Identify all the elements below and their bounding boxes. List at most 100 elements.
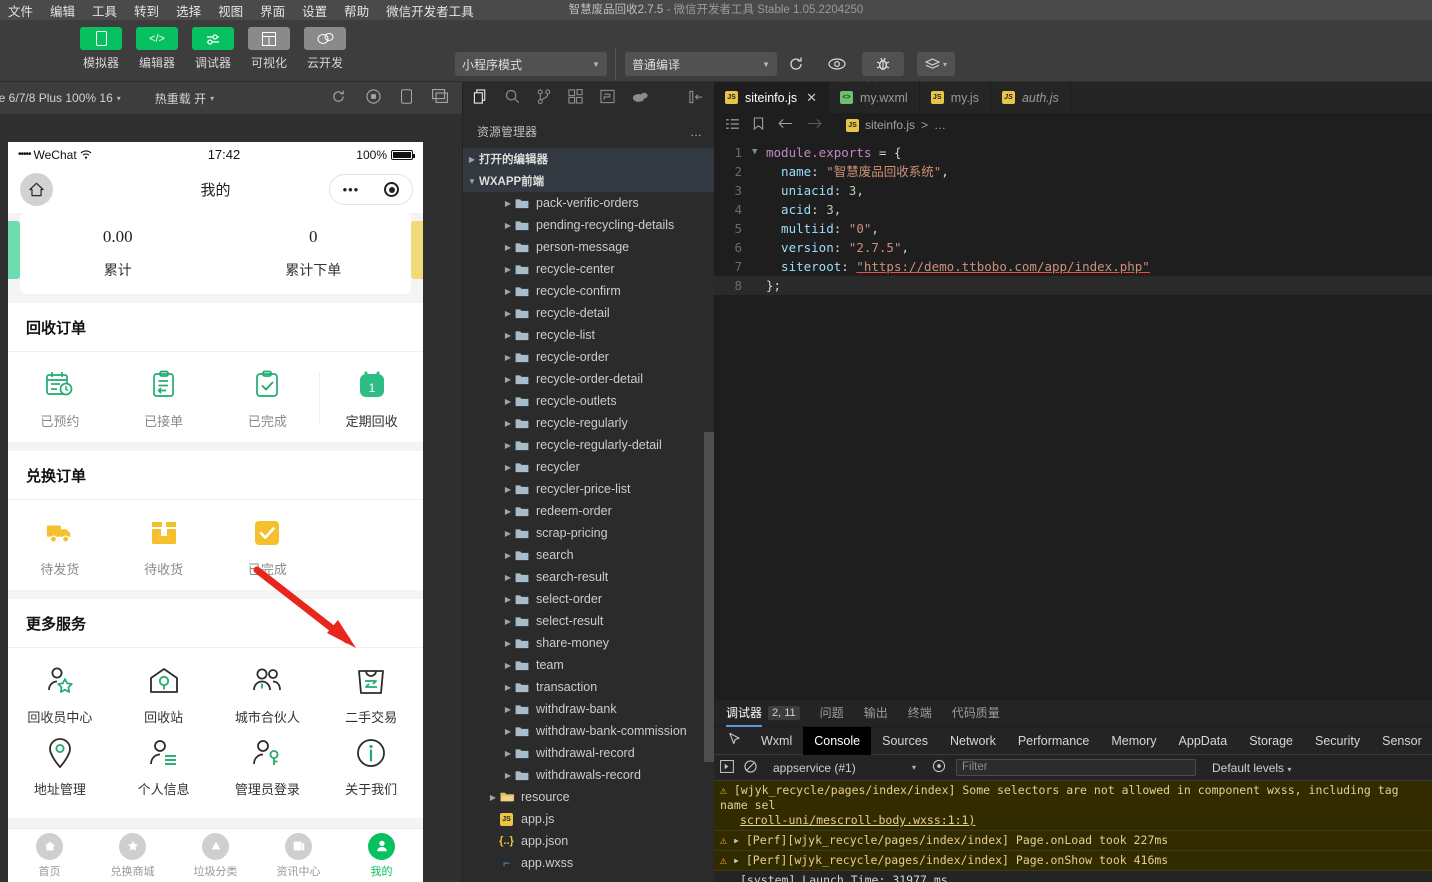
explorer-tree[interactable]: ▶pack-verific-orders▶pending-recycling-d… (463, 192, 714, 882)
editor-tab-my-wxml[interactable]: <> my.wxml (829, 82, 920, 113)
back-icon[interactable] (778, 118, 793, 132)
tree-folder-row[interactable]: ▶search-result (463, 566, 714, 588)
cdt-tab-security[interactable]: Security (1304, 727, 1371, 755)
cell-accepted[interactable]: 已接单 (112, 366, 216, 430)
menu-item-select[interactable]: 选择 (174, 0, 203, 22)
toolbar-debugger-button[interactable]: 调试器 (192, 27, 234, 71)
cell-exchange-completed[interactable]: 已完成 (216, 514, 320, 578)
tree-folder-row[interactable]: ▶recycler (463, 456, 714, 478)
tree-folder-row[interactable]: ▶person-message (463, 236, 714, 258)
toolbar-visual-button[interactable]: 可视化 (248, 27, 290, 71)
expand-triangle-icon[interactable]: ▸ (733, 833, 740, 848)
tree-folder-row[interactable]: ▶recycle-center (463, 258, 714, 280)
cell-pending-receipt[interactable]: 待收货 (112, 514, 216, 578)
execute-icon[interactable] (720, 760, 734, 776)
cell-second-hand-trade[interactable]: 二手交易 (319, 662, 423, 726)
tab-garbage-sorting[interactable]: 垃圾分类 (174, 833, 257, 879)
menu-item-goto[interactable]: 转到 (132, 0, 161, 22)
code-line[interactable]: 2 name: "智慧废品回收系统", (714, 162, 1432, 181)
project-root-section[interactable]: ▼ WXAPP前端 (463, 170, 714, 192)
tree-folder-row[interactable]: ▶search (463, 544, 714, 566)
tab-mall[interactable]: 兑换商城 (91, 833, 174, 879)
menu-item-settings[interactable]: 设置 (300, 0, 329, 22)
devtools-tab-code-quality[interactable]: 代码质量 (952, 700, 1000, 727)
mode-select[interactable]: 小程序模式 ▼ (455, 52, 607, 76)
tree-folder-row[interactable]: ▶recycle-order (463, 346, 714, 368)
cell-personal-info[interactable]: 个人信息 (112, 734, 216, 798)
inspect-icon[interactable] (718, 732, 750, 749)
editor-tab-my-js[interactable]: JS my.js (920, 82, 991, 113)
tab-mine[interactable]: 我的 (340, 833, 423, 879)
files-icon[interactable] (473, 89, 488, 108)
refresh-icon[interactable] (331, 89, 346, 107)
cloud-db-icon[interactable] (632, 91, 648, 106)
tree-folder-row[interactable]: ▶recycle-list (463, 324, 714, 346)
tree-file-row[interactable]: ⌐app.wxss (463, 852, 714, 874)
cdt-tab-storage[interactable]: Storage (1238, 727, 1304, 755)
cell-admin-login[interactable]: 管理员登录 (216, 734, 320, 798)
tree-folder-row[interactable]: ▶withdraw-bank (463, 698, 714, 720)
menu-bar[interactable]: 文件 编辑 工具 转到 选择 视图 界面 设置 帮助 微信开发者工具 (0, 0, 476, 20)
tree-folder-row[interactable]: ▶recycle-order-detail (463, 368, 714, 390)
bookmark-icon[interactable] (753, 117, 764, 133)
cell-regular-recycle[interactable]: 1 定期回收 (320, 366, 423, 430)
cdt-tab-wxml[interactable]: Wxml (750, 727, 803, 755)
tree-folder-row[interactable]: ▶withdrawal-record (463, 742, 714, 764)
breadcrumb-file[interactable]: siteinfo.js (865, 118, 915, 132)
tree-file-row[interactable]: {..}app.json (463, 830, 714, 852)
cell-about-us[interactable]: 关于我们 (319, 734, 423, 798)
cdt-tab-memory[interactable]: Memory (1100, 727, 1167, 755)
tree-folder-row[interactable]: ▶pending-recycling-details (463, 214, 714, 236)
console-log-row[interactable]: [system] Launch Time: 31977 ms (714, 871, 1432, 882)
editor-tab-siteinfo[interactable]: JS siteinfo.js ✕ (714, 82, 829, 113)
cdt-tab-sources[interactable]: Sources (871, 727, 939, 755)
code-line[interactable]: 3 uniacid: 3, (714, 181, 1432, 200)
tree-folder-row[interactable]: ▶withdraw-bank-commission (463, 720, 714, 742)
tree-folder-row[interactable]: ▶recycle-regularly (463, 412, 714, 434)
devtools-tab-problems[interactable]: 问题 (820, 700, 844, 727)
extensions-icon[interactable] (568, 89, 583, 107)
toolbar-cloud-button[interactable]: 云开发 (304, 27, 346, 71)
cdt-tab-appdata[interactable]: AppData (1168, 727, 1239, 755)
editor-tab-auth-js[interactable]: JS auth.js (991, 82, 1071, 113)
tree-folder-row[interactable]: ▶transaction (463, 676, 714, 698)
console-context-select[interactable]: appservice (#1) ▾ (767, 761, 922, 775)
cdt-tab-network[interactable]: Network (939, 727, 1007, 755)
code-line[interactable]: 7 siteroot: "https://demo.ttbobo.com/app… (714, 257, 1432, 276)
devtools-tab-debugger[interactable]: 调试器 (726, 700, 762, 727)
compile-select[interactable]: 普通编译 ▼ (625, 52, 777, 76)
console-levels-select[interactable]: Default levels ▾ (1212, 761, 1291, 775)
breadcrumb-rest[interactable]: … (934, 118, 946, 132)
tree-folder-row[interactable]: ▶recycle-detail (463, 302, 714, 324)
tree-folder-row[interactable]: ▶redeem-order (463, 500, 714, 522)
tree-folder-row[interactable]: ▶recycle-outlets (463, 390, 714, 412)
tree-folder-row[interactable]: ▶share-money (463, 632, 714, 654)
code-line[interactable]: 6 version: "2.7.5", (714, 238, 1432, 257)
explorer-scrollbar[interactable] (704, 432, 714, 762)
menu-dots-icon[interactable]: ••• (343, 182, 360, 197)
tree-folder-row[interactable]: ▶pack-verific-orders (463, 192, 714, 214)
rotate-icon[interactable] (401, 89, 412, 107)
code-line[interactable]: 8}; (714, 276, 1432, 295)
cdt-tab-sensor[interactable]: Sensor (1371, 727, 1432, 755)
cell-pending-shipment[interactable]: 待发货 (8, 514, 112, 578)
console-log-row[interactable]: ⚠ ▸ [Perf][wjyk_recycle/pages/index/inde… (714, 851, 1432, 871)
devtools-tab-output[interactable]: 输出 (864, 700, 888, 727)
code-content[interactable]: 1▼module.exports = {2 name: "智慧废品回收系统",3… (714, 137, 1432, 295)
tree-folder-row[interactable]: ▶select-result (463, 610, 714, 632)
cell-completed[interactable]: 已完成 (216, 366, 320, 430)
multiscreen-icon[interactable] (432, 89, 448, 107)
menu-item-view[interactable]: 视图 (216, 0, 245, 22)
open-editors-section[interactable]: ▶ 打开的编辑器 (463, 148, 714, 170)
menu-item-file[interactable]: 文件 (6, 0, 35, 22)
tree-folder-row[interactable]: ▶scrap-pricing (463, 522, 714, 544)
tab-news[interactable]: 资讯中心 (257, 833, 340, 879)
wechat-capsule[interactable]: ••• (329, 174, 413, 205)
outline-icon[interactable] (726, 118, 739, 133)
tree-file-row[interactable]: JSapp.js (463, 808, 714, 830)
tree-folder-row[interactable]: ▶withdrawals-record (463, 764, 714, 786)
tree-folder-row[interactable]: ▶recycler-price-list (463, 478, 714, 500)
console-log-row[interactable]: ⚠ ▸ [Perf][wjyk_recycle/pages/index/inde… (714, 831, 1432, 851)
menu-item-tools[interactable]: 工具 (90, 0, 119, 22)
hot-reload-toggle[interactable]: 热重载 开 (155, 90, 206, 107)
